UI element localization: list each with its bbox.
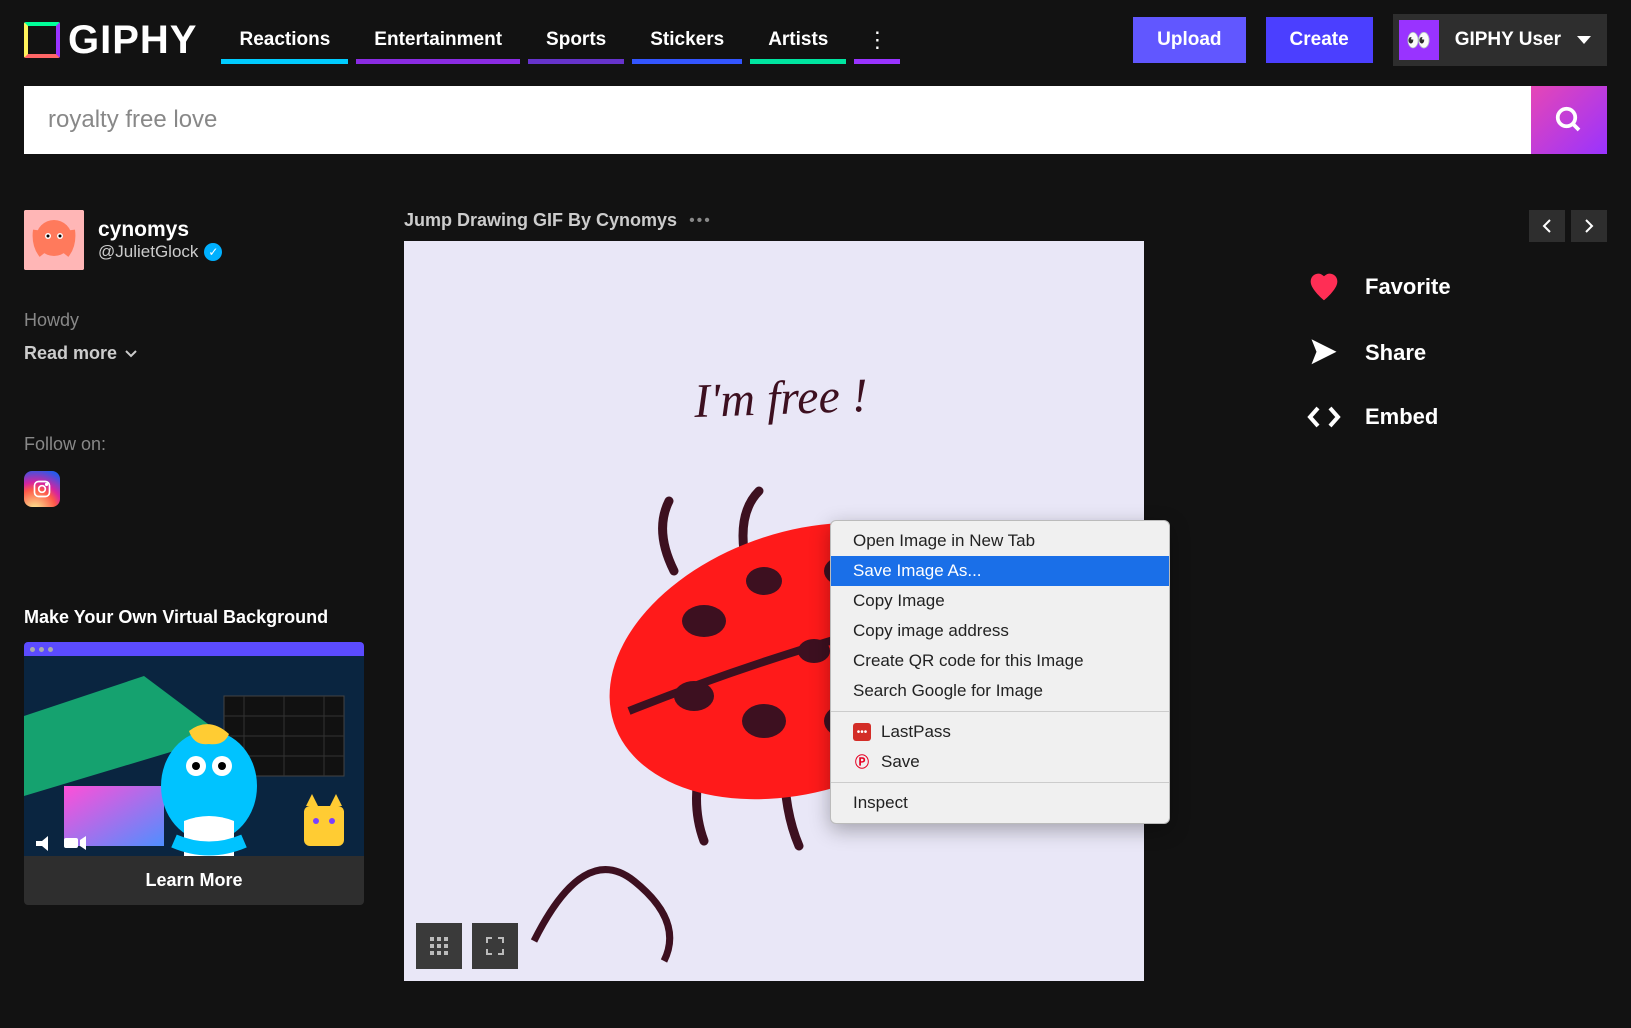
ctx-copy-image-address[interactable]: Copy image address bbox=[831, 616, 1169, 646]
gif-title: Jump Drawing GIF By Cynomys bbox=[404, 210, 677, 231]
user-name: GIPHY User bbox=[1455, 29, 1561, 51]
chevron-down-icon bbox=[125, 350, 137, 358]
fullscreen-icon[interactable] bbox=[472, 923, 518, 969]
ctx-create-qr[interactable]: Create QR code for this Image bbox=[831, 646, 1169, 676]
search-input[interactable] bbox=[24, 86, 1531, 154]
logo[interactable]: GIPHY bbox=[24, 18, 197, 63]
read-more-link[interactable]: Read more bbox=[24, 343, 364, 364]
prev-gif-button[interactable] bbox=[1529, 210, 1565, 242]
header: GIPHY Reactions Entertainment Sports Sti… bbox=[0, 0, 1631, 70]
logo-text: GIPHY bbox=[68, 18, 197, 63]
embed-label: Embed bbox=[1365, 404, 1438, 430]
logo-icon bbox=[24, 22, 60, 58]
user-avatar: 👀 bbox=[1399, 20, 1439, 60]
pinterest-icon: Ⓟ bbox=[853, 753, 871, 771]
sidebar-left: cynomys @JulietGlock ✓ Howdy Read more F… bbox=[24, 210, 364, 981]
search-bar bbox=[24, 86, 1607, 154]
heart-icon bbox=[1307, 272, 1341, 302]
promo-card[interactable]: Learn More bbox=[24, 642, 364, 905]
ctx-divider bbox=[831, 782, 1169, 783]
ctx-open-new-tab[interactable]: Open Image in New Tab bbox=[831, 526, 1169, 556]
main-nav: Reactions Entertainment Sports Stickers … bbox=[217, 16, 1113, 64]
ctx-lastpass[interactable]: ••• LastPass bbox=[831, 717, 1169, 747]
sidebar-right: Favorite Share Embed bbox=[1287, 210, 1607, 981]
gif-caption: I'm free ! bbox=[693, 368, 869, 429]
grid-view-icon[interactable] bbox=[416, 923, 462, 969]
creator-handle: @JulietGlock ✓ bbox=[98, 242, 222, 262]
gif-more-icon[interactable]: ••• bbox=[689, 212, 712, 230]
embed-icon bbox=[1307, 405, 1341, 429]
follow-on-label: Follow on: bbox=[24, 434, 364, 455]
favorite-action[interactable]: Favorite bbox=[1307, 272, 1607, 302]
search-icon bbox=[1554, 105, 1584, 135]
ctx-copy-image[interactable]: Copy Image bbox=[831, 586, 1169, 616]
context-menu: Open Image in New Tab Save Image As... C… bbox=[830, 520, 1170, 824]
nav-sports[interactable]: Sports bbox=[524, 16, 628, 64]
create-button[interactable]: Create bbox=[1266, 17, 1373, 63]
upload-button[interactable]: Upload bbox=[1133, 17, 1245, 63]
favorite-label: Favorite bbox=[1365, 274, 1451, 300]
creator-name: cynomys bbox=[98, 218, 222, 242]
verified-icon: ✓ bbox=[204, 243, 222, 261]
share-label: Share bbox=[1365, 340, 1426, 366]
ctx-save-image-as[interactable]: Save Image As... bbox=[831, 556, 1169, 586]
promo-image bbox=[24, 656, 364, 856]
next-gif-button[interactable] bbox=[1571, 210, 1607, 242]
ctx-inspect[interactable]: Inspect bbox=[831, 788, 1169, 818]
instagram-icon[interactable] bbox=[24, 471, 60, 507]
promo-cta[interactable]: Learn More bbox=[24, 856, 364, 905]
nav-artists[interactable]: Artists bbox=[746, 16, 850, 64]
embed-action[interactable]: Embed bbox=[1307, 404, 1607, 430]
share-action[interactable]: Share bbox=[1307, 338, 1607, 368]
main-content: cynomys @JulietGlock ✓ Howdy Read more F… bbox=[0, 170, 1631, 1021]
nav-reactions[interactable]: Reactions bbox=[217, 16, 352, 64]
creator-handle-text: @JulietGlock bbox=[98, 242, 198, 262]
creator-profile[interactable]: cynomys @JulietGlock ✓ bbox=[24, 210, 364, 270]
read-more-text: Read more bbox=[24, 343, 117, 364]
ctx-divider bbox=[831, 711, 1169, 712]
creator-avatar bbox=[24, 210, 84, 270]
nav-more-icon[interactable]: ⋮ bbox=[850, 16, 904, 64]
promo-window-dots bbox=[24, 642, 364, 656]
user-menu[interactable]: 👀 GIPHY User bbox=[1393, 14, 1607, 66]
search-button[interactable] bbox=[1531, 86, 1607, 154]
ctx-pinterest-save[interactable]: Ⓟ Save bbox=[831, 747, 1169, 777]
ctx-pinterest-label: Save bbox=[881, 752, 920, 772]
chevron-down-icon bbox=[1577, 36, 1591, 44]
ctx-search-google[interactable]: Search Google for Image bbox=[831, 676, 1169, 706]
promo-title: Make Your Own Virtual Background bbox=[24, 607, 364, 628]
lastpass-icon: ••• bbox=[853, 723, 871, 741]
profile-greeting: Howdy bbox=[24, 310, 364, 331]
share-icon bbox=[1307, 338, 1341, 368]
nav-stickers[interactable]: Stickers bbox=[628, 16, 746, 64]
ctx-lastpass-label: LastPass bbox=[881, 722, 951, 742]
nav-entertainment[interactable]: Entertainment bbox=[352, 16, 524, 64]
